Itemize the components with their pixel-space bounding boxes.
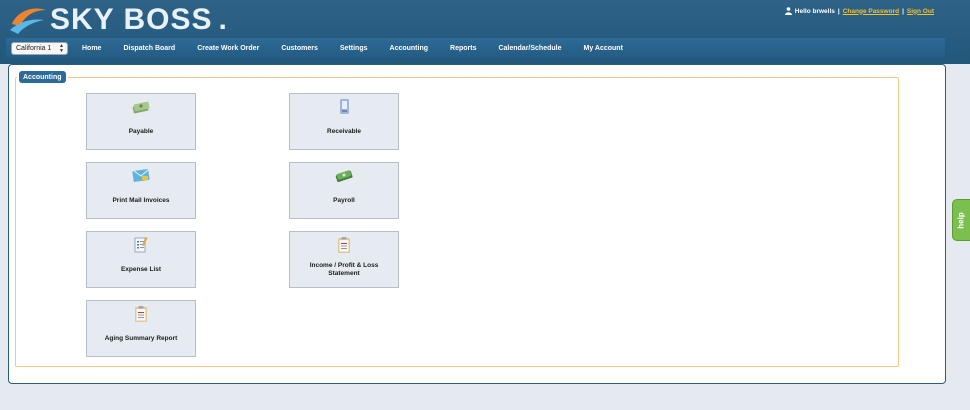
separator: |	[837, 7, 840, 15]
mail-invoice-icon	[132, 169, 150, 182]
nav-accounting[interactable]: Accounting	[390, 45, 429, 52]
nav-home[interactable]: Home	[82, 45, 101, 52]
separator: |	[902, 7, 904, 15]
tile-payable[interactable]: Payable	[86, 93, 196, 150]
top-header: SKY BOSS . Hello brwells | Change Passwo…	[0, 0, 970, 64]
main-nav: California 1 ▲ ▼ Home Dispatch Board Crea…	[6, 38, 945, 58]
clipboard-report-icon	[338, 237, 350, 253]
tile-label: Print Mail Invoices	[112, 197, 170, 204]
section-title: Accounting	[19, 71, 66, 83]
location-select[interactable]: California 1 ▲ ▼	[11, 41, 68, 55]
nav-settings[interactable]: Settings	[340, 45, 368, 52]
money-stack-icon	[132, 101, 150, 114]
checklist-pencil-icon	[134, 236, 148, 253]
tile-income-profit-loss[interactable]: Income / Profit & Loss Statement	[289, 231, 399, 288]
help-label: help	[956, 211, 966, 229]
logo-text: SKY BOSS	[50, 3, 213, 36]
tile-label: Expense List	[120, 266, 162, 273]
sky-boss-logo[interactable]: SKY BOSS .	[8, 2, 227, 38]
tile-aging-summary-report[interactable]: Aging Summary Report	[86, 300, 196, 357]
nav-my-account[interactable]: My Account	[584, 45, 623, 52]
select-arrows-icon: ▲ ▼	[59, 42, 64, 54]
clipboard-report-icon	[135, 306, 147, 322]
tile-label: Income / Profit & Loss Statement	[309, 262, 379, 277]
nav-calendar-schedule[interactable]: Calendar/Schedule	[498, 45, 561, 52]
nav-items: Home Dispatch Board Create Work Order Cu…	[82, 45, 645, 52]
main-panel: Accounting Payable Receivable Print Mail…	[8, 64, 946, 384]
user-icon	[784, 7, 792, 15]
tile-label: Payroll	[333, 197, 355, 204]
receipt-icon	[340, 99, 349, 114]
help-tab[interactable]: help	[952, 199, 970, 241]
tile-label: Payable	[128, 128, 154, 135]
nav-dispatch-board[interactable]: Dispatch Board	[123, 45, 175, 52]
logo-dot: .	[218, 3, 227, 36]
nav-create-work-order[interactable]: Create Work Order	[197, 45, 259, 52]
greeting-text: Hello brwells	[794, 7, 835, 15]
nav-reports[interactable]: Reports	[450, 45, 476, 52]
tile-receivable[interactable]: Receivable	[289, 93, 399, 150]
tile-print-mail-invoices[interactable]: Print Mail Invoices	[86, 162, 196, 219]
sign-out-link[interactable]: Sign Out	[907, 8, 934, 15]
tile-label: Aging Summary Report	[104, 335, 178, 342]
location-select-value: California 1	[16, 44, 52, 52]
user-bar: Hello brwells | Change Password | Sign O…	[784, 7, 934, 15]
tile-expense-list[interactable]: Expense List	[86, 231, 196, 288]
change-password-link[interactable]: Change Password	[843, 8, 899, 15]
cash-icon	[335, 170, 353, 183]
nav-customers[interactable]: Customers	[281, 45, 318, 52]
tile-payroll[interactable]: Payroll	[289, 162, 399, 219]
swoosh-logo-icon	[10, 8, 46, 34]
tile-label: Receivable	[327, 128, 361, 135]
